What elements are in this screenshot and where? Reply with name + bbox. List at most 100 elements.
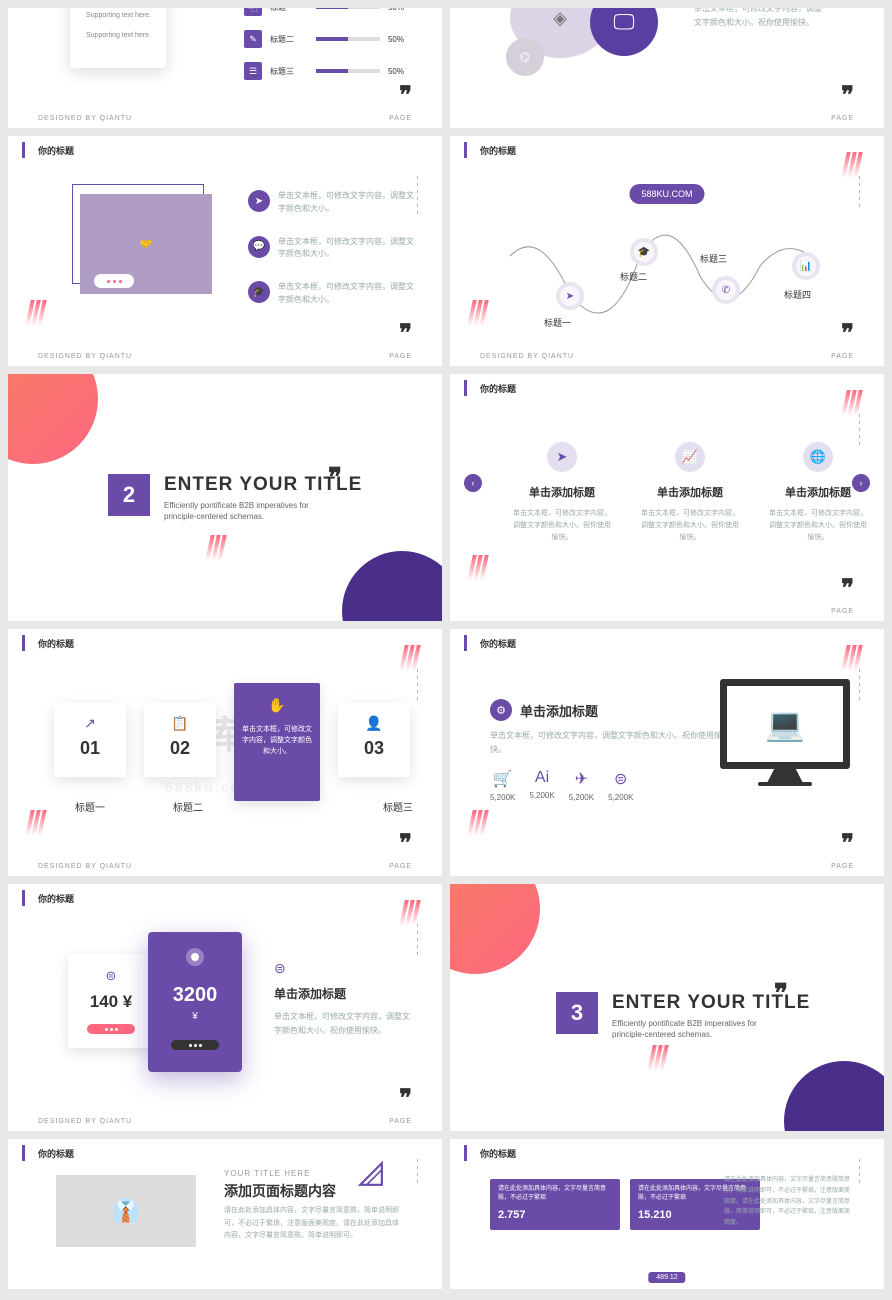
timeline-chart: ➤ 🎓 ✆ 📊 标题一 标题二 标题三 标题四 xyxy=(500,216,840,336)
bar-track xyxy=(316,8,380,9)
step-cards: ↗01 📋02 ✋单击文本框，可修改文字内容，调整文字颜色和大小。 👤03 xyxy=(54,703,410,801)
url-badge: 588KU.COM xyxy=(629,184,704,204)
quote-icon: ❞ xyxy=(841,81,854,110)
bar-track xyxy=(316,37,380,41)
book-icon: ☰ xyxy=(244,62,262,80)
person-image: 👔 xyxy=(56,1175,196,1247)
body-text: 请在此处添加具体内容，文字尽量言简意赅简意赅，简单说明即可，不必过于繁琐，注意版… xyxy=(724,1175,854,1229)
bar-row: ✎ 标题二 50% xyxy=(244,30,404,48)
step-num: 02 xyxy=(144,738,216,759)
slide-title: 你的标题 xyxy=(480,637,516,650)
coins-icon: ⊜ xyxy=(274,960,414,977)
stats-row: 🛒5,200K Ai5,200K ✈5,200K ⊜5,200K xyxy=(490,769,633,802)
cap-icon: 🎓 xyxy=(630,238,658,266)
quote-icon: ❞ xyxy=(399,829,412,858)
block-text: 单击文本框，可修改文字内容，调整文字颜色和大小。祝你使用愉快。 xyxy=(490,729,730,756)
price-value: 3200 xyxy=(148,984,242,1007)
quote-icon: ❞ xyxy=(841,829,854,858)
stat-value: 5,200K xyxy=(490,793,515,802)
col-text: 单击文本框，可修改文字内容，调整文字颜色和大小。祝你使用愉快。 xyxy=(768,508,868,544)
quote-icon: ❞ xyxy=(328,462,342,493)
designed-by: DESIGNED BY QIANTU xyxy=(480,353,574,360)
dot-icon xyxy=(186,948,204,966)
chart-icon: 📊 xyxy=(792,252,820,280)
slide-title: 你的标题 xyxy=(38,892,74,905)
triangle-icon xyxy=(358,1161,384,1187)
wifi-icon: ⌬ xyxy=(506,38,544,76)
page-label: PAGE xyxy=(389,353,412,360)
bar-list: ⿻ 标题一 50% ✎ 标题二 50% ☰ 标题三 50% xyxy=(244,8,404,94)
doc-icon: ⿻ xyxy=(244,8,262,16)
price-value: 140 ¥ xyxy=(68,992,154,1012)
cart-icon: 🛒 xyxy=(490,769,515,789)
chat-icon: 💬 xyxy=(248,236,270,258)
price-card-large: 3200 ¥ xyxy=(148,932,242,1072)
laptop-image: 💻 xyxy=(720,679,850,769)
bar-track xyxy=(316,69,380,73)
orange-circle xyxy=(450,884,540,974)
arrow-icon: ↗ xyxy=(54,715,126,732)
monitor-icon: 🖵 xyxy=(590,8,658,56)
feature-text: 单击文本框，可修改文字内容。调整文字颜色和大小。 xyxy=(278,236,418,262)
section-subtitle: Efficiently pontificate B2B imperatives … xyxy=(164,500,334,522)
slide-title: 你的标题 xyxy=(480,144,516,157)
person-icon: 👤 xyxy=(338,715,410,732)
slide-4: 你的标题 588KU.COM ➤ 🎓 ✆ 📊 标题一 标题二 标题三 标题四 ❞… xyxy=(450,136,884,366)
bar-pct: 50% xyxy=(388,67,404,76)
section-number: 3 xyxy=(556,992,598,1034)
feature-text: 单击文本框，可修改文字内容。调整文字颜色和大小。 xyxy=(278,281,418,307)
designed-by: DESIGNED BY QIANTU xyxy=(38,863,132,870)
step-label: 标题二 xyxy=(152,799,224,814)
quote-icon: ❞ xyxy=(841,319,854,348)
price-card-small: ⊜ 140 ¥ xyxy=(68,954,154,1048)
cursor-icon: ➤ xyxy=(547,442,577,472)
designed-by: DESIGNED BY QIANTU xyxy=(38,1118,132,1125)
designed-by: DESIGNED BY QIANTU xyxy=(38,353,132,360)
purple-circle xyxy=(784,1061,884,1131)
slide-12: 你的标题 请在此处添加具体内容，文字尽量言简意赅，不必过于繁琐2.757 请在此… xyxy=(450,1139,884,1289)
slide-5: 2 ENTER YOUR TITLE Efficiently pontifica… xyxy=(8,374,442,621)
section-subtitle: Efficiently pontificate B2B imperatives … xyxy=(612,1018,782,1040)
purple-circle xyxy=(342,551,442,621)
slide-1: Supporting text here. Supporting text he… xyxy=(8,8,442,128)
page-label: PAGE xyxy=(831,353,854,360)
price-unit: ¥ xyxy=(148,1011,242,1022)
slide-title: 你的标题 xyxy=(480,382,516,395)
step-text: 单击文本框，可修改文字内容，调整文字颜色和大小。 xyxy=(234,720,320,762)
bar-label: 标题一 xyxy=(270,8,308,13)
page-heading: 添加页面标题内容 xyxy=(224,1181,336,1201)
bar-row: ⿻ 标题一 50% xyxy=(244,8,404,16)
slide-title: 你的标题 xyxy=(38,1147,74,1160)
quote-icon: ❞ xyxy=(399,1084,412,1113)
slide-3: 你的标题 🤝 ➤单击文本框，可修改文字内容。调整文字颜色和大小。 💬单击文本框，… xyxy=(8,136,442,366)
chart-icon: 📈 xyxy=(675,442,705,472)
slide-2: ◈ ⌬ 🖵 单击文本框，可修改文字内容，调整文字颜色和大小。祝你使用愉快。 ❞ … xyxy=(450,8,884,128)
block-title: 单击添加标题 xyxy=(274,985,414,1002)
bar-pct: 50% xyxy=(388,8,404,12)
quote-icon: ❞ xyxy=(841,574,854,603)
page-label: PAGE xyxy=(389,1118,412,1125)
node-label: 标题三 xyxy=(700,252,727,265)
bar-label: 标题三 xyxy=(270,66,308,77)
slide-7: 你的标题 千库网588ku.com ↗01 📋02 ✋单击文本框，可修改文字内容… xyxy=(8,629,442,876)
step-labels: 标题一 标题二 标题三 xyxy=(54,799,434,814)
feature-columns: ➤单击添加标题单击文本框，可修改文字内容，调整文字颜色和大小。祝你使用愉快。 📈… xyxy=(512,442,868,544)
bar-pct: 50% xyxy=(388,35,404,44)
monitor-mockup: 💻 xyxy=(720,679,850,786)
designed-by: DESIGNED BY QIANTU xyxy=(38,115,132,122)
hand-icon: ✋ xyxy=(234,697,320,714)
feature-text: 单击文本框，可修改文字内容。调整文字颜色和大小。 xyxy=(278,190,418,216)
stat-value: 5,200K xyxy=(608,793,633,802)
node-label: 标题一 xyxy=(544,316,571,329)
node-label: 标题四 xyxy=(784,288,811,301)
section-number: 2 xyxy=(108,474,150,516)
support-text: Supporting text here. xyxy=(86,8,166,26)
slide-6: 你的标题 ‹ › ➤单击添加标题单击文本框，可修改文字内容，调整文字颜色和大小。… xyxy=(450,374,884,621)
coins-icon: ⊜ xyxy=(608,769,633,789)
page-label: PAGE xyxy=(389,115,412,122)
quote-icon: ❞ xyxy=(399,319,412,348)
col-text: 单击文本框，可修改文字内容，调整文字颜色和大小。祝你使用愉快。 xyxy=(640,508,740,544)
slide-11: 你的标题 👔 YOUR TITLE HERE 添加页面标题内容 请在此处添加具体… xyxy=(8,1139,442,1289)
phone-icon: ✆ xyxy=(712,276,740,304)
prev-arrow[interactable]: ‹ xyxy=(464,474,482,492)
